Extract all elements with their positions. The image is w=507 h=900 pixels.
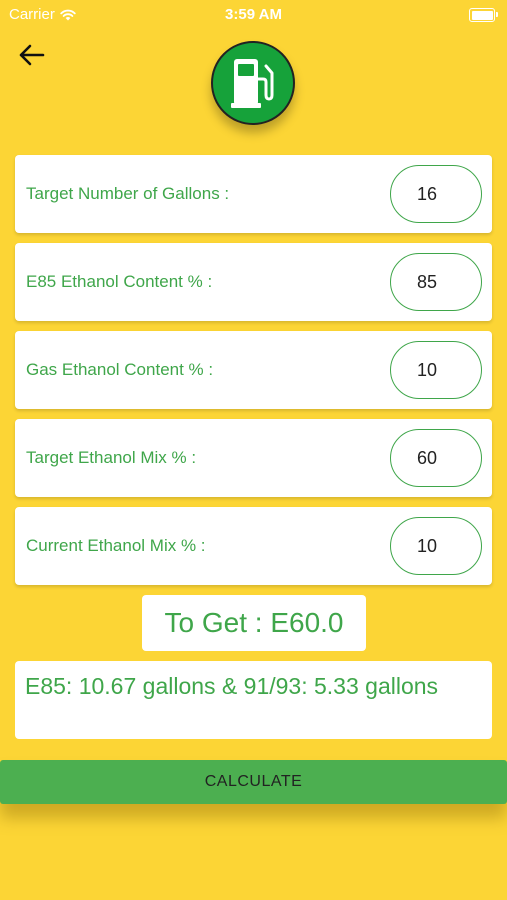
target-gallons-label: Target Number of Gallons : (26, 184, 230, 203)
e85-content-label: E85 Ethanol Content % : (26, 272, 213, 291)
gas-ethanol-label: Gas Ethanol Content % : (26, 360, 214, 379)
target-mix-label: Target Ethanol Mix % : (26, 448, 197, 467)
e85-content-input[interactable]: 85 (390, 253, 482, 311)
status-time: 3:59 AM (225, 6, 282, 23)
target-mix-input[interactable]: 60 (390, 429, 482, 487)
target-gallons-row: Target Number of Gallons : 16 (15, 155, 492, 233)
app-logo (211, 41, 295, 125)
gas-ethanol-input[interactable]: 10 (390, 341, 482, 399)
result-label: To Get : E60.0 (142, 595, 366, 651)
battery-icon (469, 8, 498, 22)
status-bar: Carrier 3:59 AM (0, 0, 507, 28)
fuel-pump-icon (231, 59, 274, 108)
back-button[interactable] (14, 38, 48, 72)
calculate-button[interactable]: CALCULATE (0, 760, 507, 804)
current-mix-label: Current Ethanol Mix % : (26, 536, 206, 555)
target-gallons-input[interactable]: 16 (390, 165, 482, 223)
summary-text: E85: 10.67 gallons & 91/93: 5.33 gallons (15, 661, 492, 739)
e85-content-row: E85 Ethanol Content % : 85 (15, 243, 492, 321)
gas-ethanol-row: Gas Ethanol Content % : 10 (15, 331, 492, 409)
target-mix-row: Target Ethanol Mix % : 60 (15, 419, 492, 497)
arrow-left-icon (19, 44, 45, 66)
current-mix-input[interactable]: 10 (390, 517, 482, 575)
current-mix-row: Current Ethanol Mix % : 10 (15, 507, 492, 585)
